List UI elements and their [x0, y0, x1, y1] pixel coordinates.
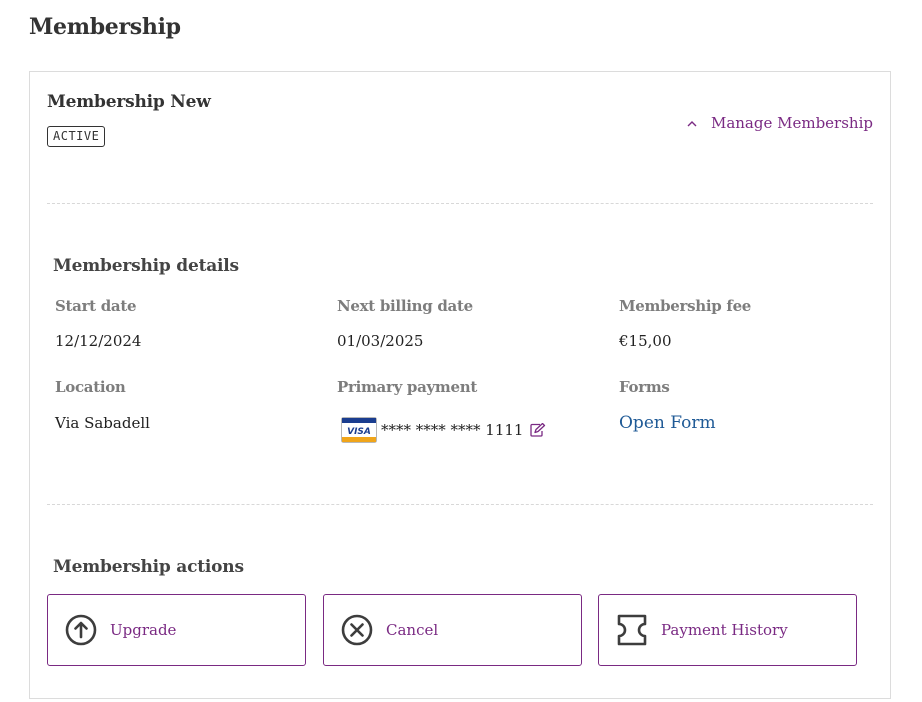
location-label: Location: [55, 378, 126, 396]
page-title: Membership: [29, 14, 181, 40]
manage-membership-link[interactable]: Manage Membership: [687, 114, 873, 132]
cancel-button[interactable]: Cancel: [323, 594, 582, 666]
x-circle-icon: [340, 613, 374, 647]
membership-fee-label: Membership fee: [619, 297, 752, 315]
cancel-label: Cancel: [386, 621, 439, 639]
status-badge: ACTIVE: [47, 126, 106, 147]
arrow-up-circle-icon: [64, 613, 98, 647]
card-number: **** **** **** 1111: [381, 421, 524, 439]
next-billing-value: 01/03/2025: [337, 332, 424, 350]
divider: [47, 504, 873, 505]
membership-name: Membership New: [47, 92, 211, 112]
start-date-value: 12/12/2024: [55, 332, 142, 350]
start-date-label: Start date: [55, 297, 137, 315]
open-form-link[interactable]: Open Form: [619, 413, 716, 433]
forms-label: Forms: [619, 378, 670, 396]
membership-fee-value: €15,00: [619, 332, 672, 350]
next-billing-label: Next billing date: [337, 297, 473, 315]
receipt-icon: [615, 613, 649, 647]
location-value: Via Sabadell: [55, 414, 150, 432]
chevron-up-icon: [687, 120, 697, 127]
membership-details-title: Membership details: [53, 256, 239, 276]
primary-payment-label: Primary payment: [337, 378, 477, 396]
membership-card: Membership New ACTIVE Manage Membership …: [29, 71, 891, 699]
upgrade-button[interactable]: Upgrade: [47, 594, 306, 666]
upgrade-label: Upgrade: [110, 621, 177, 639]
visa-brand-text: VISA: [347, 427, 371, 437]
divider: [47, 203, 873, 204]
manage-membership-label: Manage Membership: [710, 114, 873, 132]
payment-history-button[interactable]: Payment History: [598, 594, 857, 666]
membership-actions-title: Membership actions: [53, 557, 244, 577]
primary-payment-value: VISA **** **** **** 1111: [341, 417, 546, 443]
edit-icon[interactable]: [530, 423, 546, 437]
payment-history-label: Payment History: [661, 621, 788, 639]
visa-card-icon: VISA: [341, 417, 377, 443]
